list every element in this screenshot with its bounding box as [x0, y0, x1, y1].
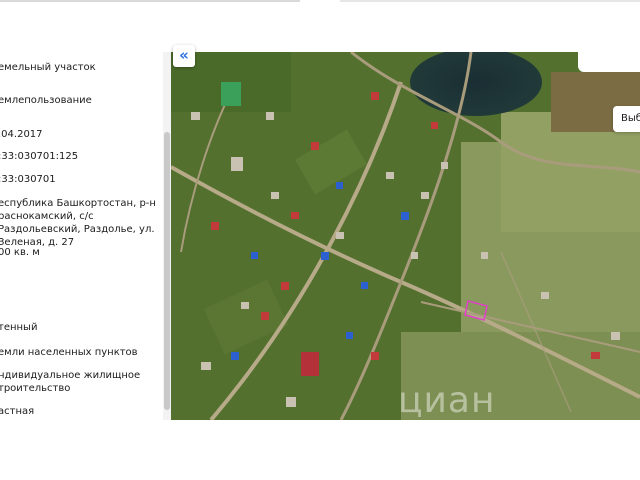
- status-value: тенный: [0, 322, 38, 333]
- land-type-value: емельный участок: [0, 62, 96, 73]
- top-divider-right: [340, 0, 640, 2]
- date-value: .04.2017: [0, 129, 43, 140]
- land-category-value: емли населенных пунктов: [0, 347, 138, 358]
- land-usage-value: емлепользование: [0, 95, 92, 106]
- satellite-map[interactable]: [171, 52, 640, 420]
- cadastral-number-value: :33:030701:125: [0, 151, 79, 162]
- permitted-use-value: ндивидуальное жилищное троительство: [0, 370, 141, 394]
- map-select-button[interactable]: Выб: [613, 106, 640, 132]
- panel-scrollbar-thumb[interactable]: [164, 132, 170, 410]
- details-panel: емельный участок емлепользование .04.201…: [0, 0, 163, 480]
- map-watermark: циан: [398, 380, 496, 421]
- address-value: еспублика Башкортостан, р-н раснокамский…: [0, 198, 156, 248]
- area-value: 00 кв. м: [0, 247, 40, 258]
- map-image: [171, 52, 640, 420]
- map-top-right-control[interactable]: [578, 52, 640, 72]
- ownership-value: астная: [0, 406, 35, 417]
- collapse-panel-button[interactable]: «: [173, 45, 195, 67]
- cadastral-quarter-value: :33:030701: [0, 174, 56, 185]
